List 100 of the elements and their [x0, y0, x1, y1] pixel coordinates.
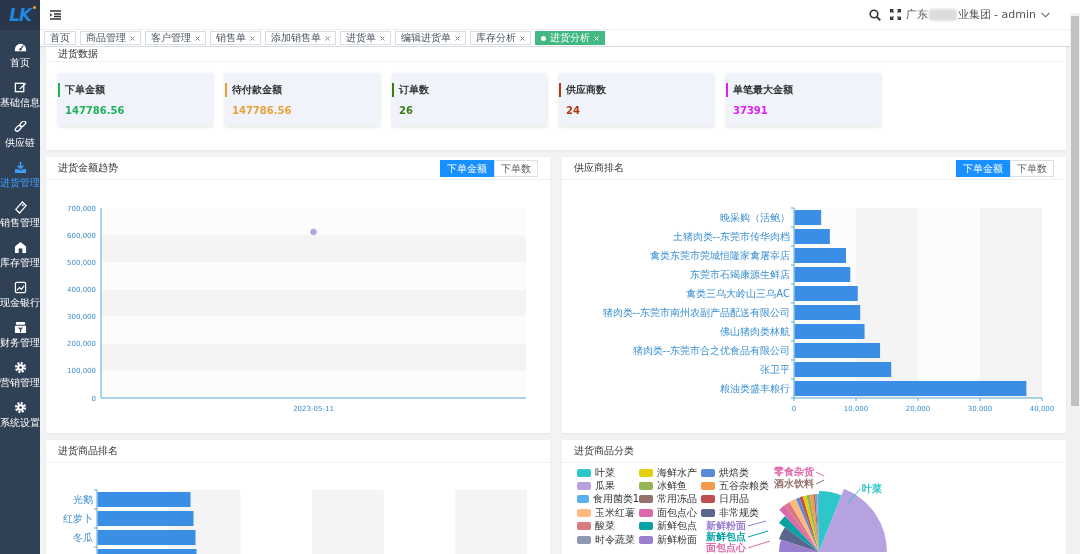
tab[interactable]: 首页: [44, 31, 76, 45]
close-icon[interactable]: [380, 35, 385, 41]
axis-label: 猪肉类--东莞市合之优食品有限公司: [632, 345, 790, 356]
bar: [794, 229, 830, 244]
panel-title: 进货金额趋势: [58, 161, 119, 175]
bar: [794, 324, 865, 339]
menu-item[interactable]: 供应链: [0, 115, 40, 155]
legend-label: 烘焙类: [719, 465, 749, 480]
close-icon[interactable]: [195, 35, 200, 41]
axis-label: 粮油类盛丰粮行: [720, 383, 790, 394]
legend-label: 常用冻品: [657, 492, 697, 507]
bar: [794, 267, 851, 282]
leader-line: [815, 471, 825, 477]
bar: [794, 210, 822, 225]
chart-icon: [13, 280, 27, 294]
slice-label: 面包点心: [706, 542, 746, 553]
legend-label: 非常规类: [719, 505, 759, 520]
menu-item[interactable]: 进货管理: [0, 155, 40, 195]
gear-icon: [13, 360, 27, 374]
toggle-button[interactable]: 下单数: [1010, 159, 1054, 177]
tab[interactable]: 客户管理: [145, 31, 206, 45]
slice-label: 零食杂货: [774, 466, 814, 477]
stat-label: 单笔最大金额: [733, 83, 793, 97]
tab[interactable]: 库存分析: [470, 31, 531, 45]
panel-title: 供应商排名: [574, 161, 625, 175]
tab[interactable]: 编辑进货单: [395, 31, 466, 45]
tag-icon: [13, 200, 27, 214]
axis-label: 土猪肉类--东莞市传华肉档: [672, 231, 790, 242]
legend-label: 五谷杂粮类: [719, 479, 769, 494]
menu-item[interactable]: 基础信息: [0, 75, 40, 115]
slice-label: 新鲜包点: [706, 531, 746, 542]
bar: [794, 305, 861, 320]
tab[interactable]: 销售单: [210, 31, 261, 45]
axis-label: 冬瓜: [73, 532, 93, 543]
stat-value: 37391: [733, 105, 769, 116]
edit-icon: [13, 80, 27, 94]
slice-label: 叶菜: [862, 483, 882, 494]
toggle-button[interactable]: 下单数: [494, 159, 538, 177]
leader-line: [747, 540, 771, 549]
legend-label: 酸菜: [595, 519, 615, 534]
slice-label: 新鲜粉面: [706, 520, 746, 531]
leader-line: [747, 530, 769, 538]
menu-item[interactable]: 库存管理: [0, 235, 40, 275]
close-icon[interactable]: [520, 35, 525, 41]
close-icon[interactable]: [130, 35, 135, 41]
menu-item[interactable]: 首页: [0, 35, 40, 75]
menu-item[interactable]: 现金银行: [0, 275, 40, 315]
legend-label: 新鲜包点: [657, 519, 697, 534]
legend-label: 日用品: [719, 492, 749, 507]
logo: LK: [9, 5, 31, 25]
axis-label: 红萝卜: [63, 513, 93, 524]
leader-line: [815, 479, 825, 485]
axis-drawing: [93, 489, 98, 554]
link-icon: [13, 120, 27, 134]
tab[interactable]: 添加销售单: [265, 31, 336, 45]
legend-label: 新鲜粉面: [657, 532, 697, 547]
stat-value: 147786.56: [65, 105, 126, 116]
menu-item[interactable]: 销售管理: [0, 195, 40, 235]
menu-item[interactable]: 营销管理: [0, 355, 40, 395]
menu-item[interactable]: 系统设置: [0, 395, 40, 435]
legend-label: 玉米红薯: [595, 505, 635, 520]
axis-label: 晚采购（活鲍）: [720, 212, 790, 223]
legend-label: 瓜果: [595, 479, 615, 493]
stat-value: 24: [566, 105, 581, 116]
slice-label: 酒水饮料: [774, 478, 814, 489]
cashbox-icon: [13, 320, 27, 334]
search-icon[interactable]: [868, 8, 881, 21]
panel-title: 进货数据: [46, 47, 1066, 62]
bar: [794, 286, 858, 301]
close-icon[interactable]: [250, 35, 255, 41]
scrollbar[interactable]: [1070, 13, 1080, 554]
logo-dot-icon: [33, 6, 36, 9]
panel-title: 进货商品排名: [58, 444, 119, 458]
panel-title: 进货商品分类: [574, 444, 635, 458]
axis-label: 佛山猪肉类林航: [720, 326, 790, 337]
tab[interactable]: 商品管理: [80, 31, 141, 45]
legend-label: 时令蔬菜: [595, 532, 635, 547]
tab[interactable]: 进货单: [340, 31, 391, 45]
leader-line: [747, 520, 767, 527]
bar: [794, 248, 846, 263]
stat-value: 147786.56: [232, 105, 293, 116]
axis-label: 光鹅: [73, 494, 93, 505]
line-series: [310, 228, 317, 236]
gear-icon: [13, 400, 27, 414]
close-icon[interactable]: [325, 35, 330, 41]
menu-item[interactable]: 财务管理: [0, 315, 40, 355]
axis-label: 张卫平: [760, 364, 790, 375]
close-icon[interactable]: [455, 35, 460, 41]
leader-line: [847, 488, 861, 504]
axis-label: 禽类东莞市莞城恒隆家禽屠宰店: [650, 250, 790, 261]
stat-value: 26: [399, 105, 414, 116]
stat-label: 下单金额: [65, 83, 105, 97]
user-name: 业集团 - admin: [957, 7, 1036, 22]
legend-label: 面包点心: [657, 505, 697, 520]
stat-label: 待付款金额: [232, 83, 282, 97]
stat-label: 订单数: [399, 83, 429, 97]
menu-icon[interactable]: [50, 9, 61, 20]
caret-icon[interactable]: [1041, 11, 1050, 18]
dot-icon: [541, 35, 546, 41]
fullscreen-icon[interactable]: [889, 9, 901, 20]
